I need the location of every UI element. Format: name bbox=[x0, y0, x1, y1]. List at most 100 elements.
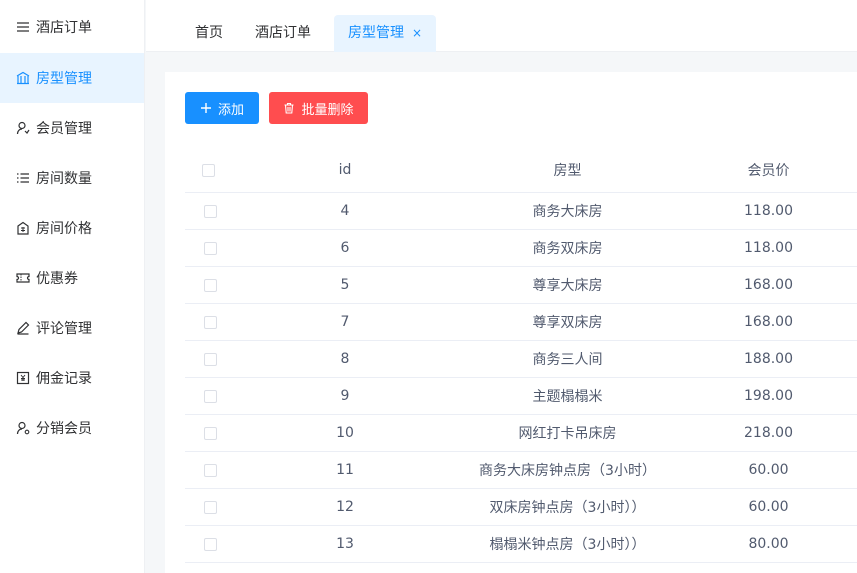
sidebar-item-label: 评论管理 bbox=[36, 321, 92, 337]
cell-id: 5 bbox=[340, 277, 350, 293]
cell-id: 13 bbox=[336, 536, 354, 552]
column-header-room-type: 房型 bbox=[553, 163, 582, 179]
user-share-icon bbox=[16, 421, 30, 435]
sidebar-item-label: 房型管理 bbox=[36, 71, 92, 87]
table-row: 9 主题榻榻米 198.00 bbox=[185, 378, 857, 415]
row-select-cell bbox=[185, 352, 235, 366]
building-icon bbox=[16, 71, 30, 85]
table-header: id 房型 会员价 bbox=[185, 148, 857, 193]
cell-member-price: 218.00 bbox=[744, 425, 793, 441]
menu-lines-icon bbox=[16, 20, 30, 34]
row-select-cell bbox=[185, 204, 235, 218]
user-icon bbox=[16, 121, 30, 135]
cell-id: 7 bbox=[340, 314, 350, 330]
tab-label: 房型管理 bbox=[348, 25, 404, 41]
trash-icon bbox=[284, 102, 294, 114]
cell-room-type: 尊享双床房 bbox=[532, 315, 603, 331]
sidebar-item-commission[interactable]: 佣金记录 bbox=[0, 353, 144, 403]
cell-room-type: 主题榻榻米 bbox=[532, 389, 603, 405]
tab-room-types[interactable]: 房型管理 × bbox=[334, 15, 437, 52]
row-checkbox[interactable] bbox=[203, 241, 217, 255]
sidebar-item-label: 分销会员 bbox=[36, 421, 92, 437]
table-row: 8 商务三人间 188.00 bbox=[185, 341, 857, 378]
main-content: 添加 批量删除 id 房型 会员价 4 商务大床房 118.00 6 商务双床房 118.… bbox=[165, 72, 857, 573]
cell-member-price: 118.00 bbox=[744, 203, 793, 219]
sidebar-item-distribution-members[interactable]: 分销会员 bbox=[0, 403, 144, 453]
tab-home[interactable]: 首页 bbox=[195, 15, 223, 52]
list-icon bbox=[16, 171, 30, 185]
add-button[interactable]: 添加 bbox=[185, 92, 259, 124]
table-row: 5 尊享大床房 168.00 bbox=[185, 267, 857, 304]
row-select-cell bbox=[185, 315, 235, 329]
select-all-checkbox[interactable] bbox=[201, 163, 215, 177]
cell-member-price: 118.00 bbox=[744, 240, 793, 256]
cell-room-type: 商务三人间 bbox=[532, 352, 603, 368]
ticket-icon bbox=[16, 271, 30, 285]
cell-room-type: 商务双床房 bbox=[532, 241, 603, 257]
row-checkbox[interactable] bbox=[203, 352, 217, 366]
table-row: 13 榻榻米钟点房（3小时）） 80.00 bbox=[185, 526, 857, 563]
row-checkbox[interactable] bbox=[203, 278, 217, 292]
cell-id: 11 bbox=[336, 462, 354, 478]
cell-room-type: 商务大床房钟点房（3小时） bbox=[479, 463, 656, 479]
price-tag-icon bbox=[16, 221, 30, 235]
cell-member-price: 168.00 bbox=[744, 277, 793, 293]
cell-member-price: 60.00 bbox=[748, 462, 789, 478]
sidebar-item-hotel-orders[interactable]: 酒店订单 bbox=[0, 0, 144, 53]
batch-delete-button[interactable]: 批量删除 bbox=[269, 92, 368, 124]
table-row: 6 商务双床房 118.00 bbox=[185, 230, 857, 267]
sidebar-item-label: 房间数量 bbox=[36, 171, 92, 187]
cell-room-type: 网红打卡吊床房 bbox=[518, 426, 617, 442]
sidebar-item-room-count[interactable]: 房间数量 bbox=[0, 153, 144, 203]
cell-id: 4 bbox=[340, 203, 350, 219]
sidebar-item-label: 房间价格 bbox=[36, 221, 92, 237]
tab-hotel-orders[interactable]: 酒店订单 bbox=[255, 15, 311, 52]
row-checkbox[interactable] bbox=[203, 426, 217, 440]
row-select-cell bbox=[185, 389, 235, 403]
row-select-cell bbox=[185, 537, 235, 551]
pencil-icon bbox=[16, 321, 30, 335]
tab-bar: 首页 酒店订单 房型管理 × bbox=[146, 0, 857, 52]
sidebar: 酒店订单 房型管理 会员管理 房间数量 房间价格 优惠券 评论管理 佣金记录 分… bbox=[0, 0, 145, 573]
column-header-member-price: 会员价 bbox=[747, 163, 790, 179]
row-checkbox[interactable] bbox=[203, 204, 217, 218]
cell-member-price: 198.00 bbox=[744, 388, 793, 404]
close-icon[interactable]: × bbox=[412, 26, 422, 40]
add-button-label: 添加 bbox=[217, 101, 244, 117]
cell-room-type: 双床房钟点房（3小时）） bbox=[489, 500, 646, 516]
cell-id: 10 bbox=[336, 425, 354, 441]
cell-id: 9 bbox=[340, 388, 350, 404]
sidebar-item-coupons[interactable]: 优惠券 bbox=[0, 253, 144, 303]
row-checkbox[interactable] bbox=[203, 315, 217, 329]
select-all-cell bbox=[185, 163, 235, 177]
sidebar-item-label: 佣金记录 bbox=[36, 371, 92, 387]
cell-id: 6 bbox=[340, 240, 350, 256]
cell-member-price: 188.00 bbox=[744, 351, 793, 367]
row-select-cell bbox=[185, 500, 235, 514]
row-checkbox[interactable] bbox=[203, 500, 217, 514]
cell-room-type: 尊享大床房 bbox=[532, 278, 603, 294]
tab-label: 酒店订单 bbox=[255, 25, 311, 41]
row-select-cell bbox=[185, 426, 235, 440]
tab-label: 首页 bbox=[195, 25, 223, 41]
sidebar-item-room-types[interactable]: 房型管理 bbox=[0, 53, 144, 103]
row-select-cell bbox=[185, 241, 235, 255]
row-select-cell bbox=[185, 463, 235, 477]
sidebar-item-room-price[interactable]: 房间价格 bbox=[0, 203, 144, 253]
sidebar-item-label: 会员管理 bbox=[36, 121, 92, 137]
row-checkbox[interactable] bbox=[203, 463, 217, 477]
table-row: 10 网红打卡吊床房 218.00 bbox=[185, 415, 857, 452]
sidebar-item-reviews[interactable]: 评论管理 bbox=[0, 303, 144, 353]
room-type-table: id 房型 会员价 4 商务大床房 118.00 6 商务双床房 118.00 5 尊享大床房… bbox=[185, 148, 857, 563]
row-select-cell bbox=[185, 278, 235, 292]
batch-delete-button-label: 批量删除 bbox=[301, 101, 354, 117]
sidebar-item-members[interactable]: 会员管理 bbox=[0, 103, 144, 153]
row-checkbox[interactable] bbox=[203, 389, 217, 403]
table-row: 4 商务大床房 118.00 bbox=[185, 193, 857, 230]
row-checkbox[interactable] bbox=[203, 537, 217, 551]
cell-id: 8 bbox=[340, 351, 350, 367]
table-row: 11 商务大床房钟点房（3小时） 60.00 bbox=[185, 452, 857, 489]
cell-room-type: 商务大床房 bbox=[532, 204, 603, 220]
sidebar-item-label: 酒店订单 bbox=[36, 19, 92, 36]
cell-member-price: 60.00 bbox=[748, 499, 789, 515]
